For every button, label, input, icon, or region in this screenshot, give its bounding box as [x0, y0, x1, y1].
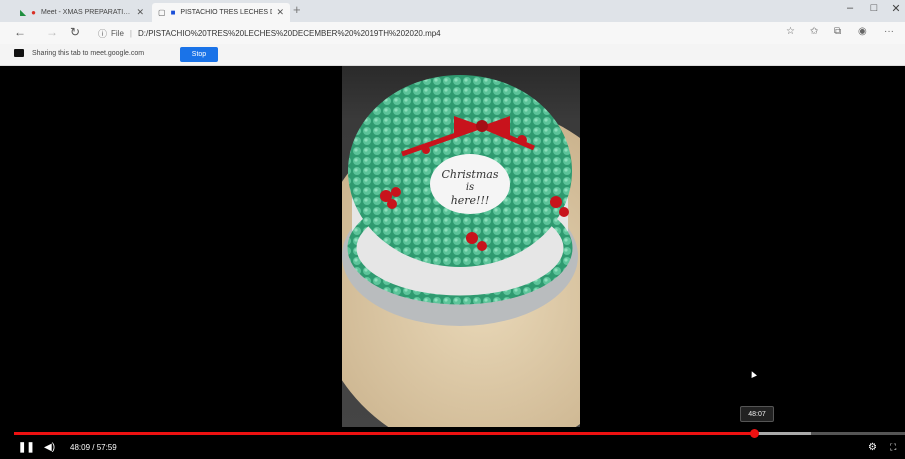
progress-played [14, 432, 754, 435]
url-text: D:/PISTACHIO%20TRES%20LECHES%20DECEMBER%… [137, 28, 441, 38]
new-tab-button[interactable]: + [293, 2, 301, 17]
minimize-button[interactable]: – [840, 2, 860, 14]
more-icon[interactable]: ··· [884, 26, 894, 37]
media-favicon-icon: ■ [170, 8, 176, 17]
close-tab-icon[interactable]: ✕ [276, 7, 284, 18]
info-icon[interactable]: ⓘ [98, 27, 107, 40]
seek-time-tooltip: 48:07 [740, 406, 774, 422]
address-bar-row: ← → ↻ ⓘ File | D:/PISTACHIO%20TRES%20LEC… [0, 22, 905, 44]
file-icon: ▢ [158, 8, 166, 17]
share-banner-text: Sharing this tab to meet.google.com [32, 50, 145, 57]
stop-sharing-button[interactable]: Stop [180, 47, 218, 62]
progress-bar[interactable] [14, 429, 905, 438]
screen-share-icon [14, 49, 24, 57]
video-frame: Christmas is here!!! [342, 66, 580, 427]
scheme-label: File [111, 28, 124, 38]
time-display: 48:09 / 57:59 [70, 443, 117, 452]
restore-button[interactable]: □ [864, 2, 884, 14]
mouse-cursor-icon [749, 370, 757, 378]
address-field[interactable]: ⓘ File | D:/PISTACHIO%20TRES%20LECHES%20… [98, 25, 758, 41]
forward-arrow-icon[interactable]: → [46, 25, 58, 39]
browser-tab-strip: ◣ ● Meet - XMAS PREPARATI… ✕ ▢ ■ PISTACH… [0, 0, 905, 22]
url-separator: | [129, 28, 132, 38]
favorites-icon[interactable]: ✩ [810, 26, 818, 37]
volume-icon[interactable]: ◀) [44, 442, 55, 453]
tab-title: Meet - XMAS PREPARATI… [41, 9, 131, 16]
progress-scrubber[interactable] [749, 429, 759, 438]
close-tab-icon[interactable]: ✕ [136, 7, 144, 18]
svg-text:Christmas: Christmas [442, 168, 499, 181]
refresh-icon[interactable]: ↻ [70, 25, 80, 39]
player-controls: ❚❚ ◀) 48:09 / 57:59 ⚙ ⛶ [0, 438, 905, 459]
profile-icon[interactable]: ◉ [858, 26, 867, 37]
recording-dot-icon: ● [31, 8, 36, 17]
star-icon[interactable]: ☆ [786, 26, 795, 37]
tab-video[interactable]: ▢ ■ PISTACHIO TRES LECHES D… ✕ [152, 3, 290, 22]
tab-title: PISTACHIO TRES LECHES D… [180, 9, 273, 16]
collections-icon[interactable]: ⧉ [834, 26, 841, 37]
share-banner: Sharing this tab to meet.google.com Stop [0, 44, 905, 66]
pause-icon[interactable]: ❚❚ [18, 442, 35, 453]
video-player[interactable]: Christmas is here!!! 48:07 ❚❚ ◀) 48:09 /… [0, 66, 905, 459]
meet-favicon-icon: ◣ [20, 8, 27, 17]
svg-text:is: is [466, 182, 474, 193]
tab-meet[interactable]: ◣ ● Meet - XMAS PREPARATI… ✕ [14, 3, 150, 22]
cake-image: Christmas is here!!! [342, 75, 580, 427]
back-arrow-icon[interactable]: ← [14, 25, 26, 39]
svg-text:here!!!: here!!! [451, 194, 490, 207]
close-window-button[interactable]: ✕ [886, 2, 905, 15]
settings-gear-icon[interactable]: ⚙ [868, 442, 877, 453]
fullscreen-icon[interactable]: ⛶ [890, 442, 896, 453]
